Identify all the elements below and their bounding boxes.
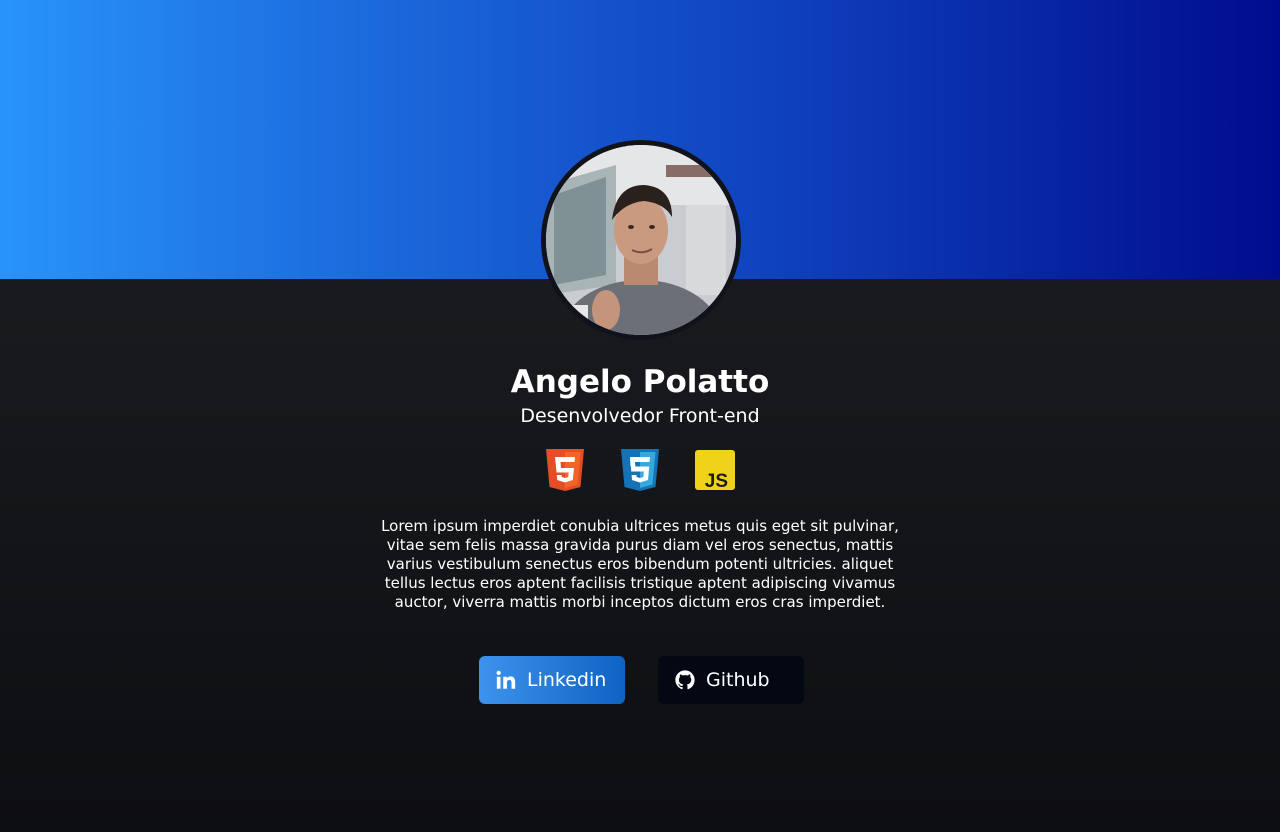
tech-stack: JS <box>540 447 740 493</box>
github-icon <box>674 669 696 691</box>
profile-bio: Lorem ipsum imperdiet conubia ultrices m… <box>381 517 899 611</box>
linkedin-button-label: Linkedin <box>527 669 607 691</box>
javascript-icon-label: JS <box>705 471 728 492</box>
github-button-label: Github <box>706 669 770 691</box>
avatar <box>541 140 741 340</box>
javascript-icon: JS <box>692 447 738 493</box>
profile-photo <box>546 145 736 335</box>
profile-name: Angelo Polatto <box>510 364 770 400</box>
profile-role: Desenvolvedor Front-end <box>520 405 760 427</box>
html5-icon <box>542 447 588 493</box>
github-button[interactable]: Github <box>658 656 804 704</box>
css3-icon <box>617 447 663 493</box>
linkedin-icon <box>495 669 517 691</box>
linkedin-button[interactable]: Linkedin <box>479 656 625 704</box>
